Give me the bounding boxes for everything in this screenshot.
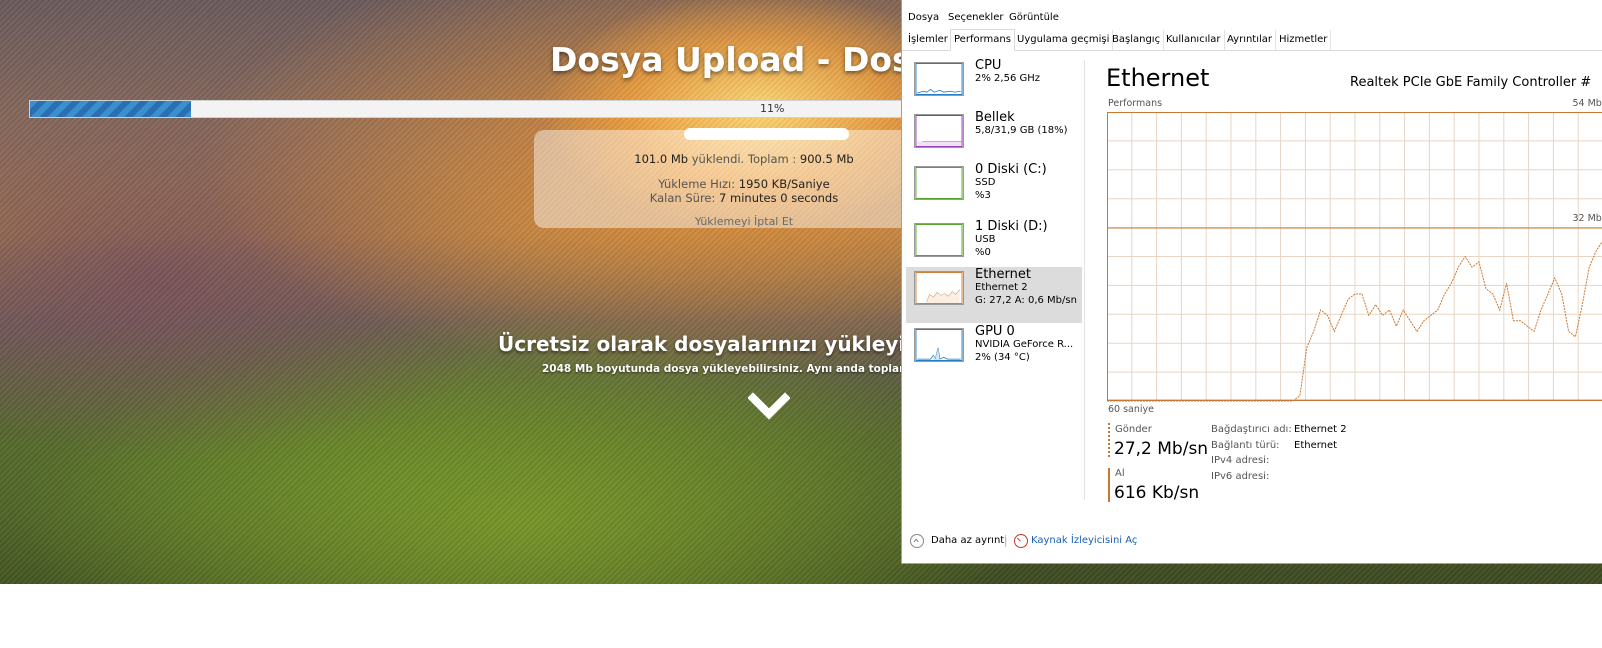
uploaded-status: 101.0 Mb yüklendi. Toplam : 900.5 Mb xyxy=(534,152,954,166)
tab-startup[interactable]: Başlangıç xyxy=(1109,30,1165,50)
menu-view[interactable]: Görüntüle xyxy=(1009,12,1059,23)
cpu-thumbnail xyxy=(914,62,964,96)
resource-memory[interactable]: Bellek 5,8/31,9 GB (18%) xyxy=(906,110,1082,166)
throughput-graph xyxy=(1107,112,1602,402)
upload-progress-label: 11% xyxy=(760,102,785,115)
graph-time-label: 60 saniye xyxy=(1108,404,1155,415)
upload-speed-value: 1950 KB/Saniye xyxy=(738,177,830,191)
send-legend-marker xyxy=(1108,423,1110,457)
resource-stat: 2% 2,56 GHz xyxy=(975,73,1041,84)
graph-grid xyxy=(1107,112,1602,401)
cancel-upload-link[interactable]: Yüklemeyi İptal Et xyxy=(534,215,954,228)
tab-strip: İşlemler Performans Uygulama geçmişi Baş… xyxy=(902,29,1602,51)
upload-speed: Yükleme Hızı: 1950 KB/Saniye xyxy=(534,177,954,191)
resource-stat: 2% (34 °C) xyxy=(975,352,1030,363)
tab-details[interactable]: Ayrıntılar xyxy=(1224,30,1277,50)
uploaded-amount: 101.0 Mb xyxy=(634,152,689,166)
tab-users[interactable]: Kullanıcılar xyxy=(1163,30,1225,50)
redacted-text xyxy=(684,128,849,140)
resource-gpu[interactable]: GPU 0 NVIDIA GeForce R... 2% (34 °C) xyxy=(906,324,1082,380)
send-label: Gönder xyxy=(1115,424,1152,435)
disk-0-thumbnail xyxy=(914,166,964,200)
resource-type: USB xyxy=(975,234,996,245)
tab-app-history[interactable]: Uygulama geçmişi xyxy=(1014,30,1114,50)
receive-legend-marker xyxy=(1108,468,1110,502)
adapter-name-value: Ethernet 2 xyxy=(1294,424,1347,435)
menu-bar: Dosya Seçenekler Görüntüle xyxy=(902,10,1602,28)
resource-type: Ethernet 2 xyxy=(975,282,1028,293)
chevron-down-icon[interactable] xyxy=(748,392,790,422)
adapter-description: Realtek PCIe GbE Family Controller # xyxy=(1350,75,1592,90)
upload-speed-label: Yükleme Hızı: xyxy=(658,177,736,191)
connection-type-label: Bağlantı türü: xyxy=(1211,440,1280,451)
upload-progress-fill xyxy=(30,101,192,117)
ipv6-label: IPv6 adresi: xyxy=(1211,471,1270,482)
disk-1-thumbnail xyxy=(914,223,964,257)
resource-stat: 5,8/31,9 GB (18%) xyxy=(975,125,1068,136)
gpu-thumbnail xyxy=(914,328,964,362)
upload-status-card: 101.0 Mb yüklendi. Toplam : 900.5 Mb Yük… xyxy=(534,128,954,228)
page-title: Dosya Upload - Dosya xyxy=(550,40,956,79)
resource-name: CPU xyxy=(975,58,1002,73)
remaining-time-value: 7 minutes 0 seconds xyxy=(719,191,839,205)
resource-stat: G: 27,2 A: 0,6 Mb/sn xyxy=(975,295,1077,306)
send-value: 27,2 Mb/sn xyxy=(1114,439,1209,459)
ethernet-thumbnail xyxy=(914,271,964,305)
resource-name: Bellek xyxy=(975,110,1015,125)
footer-separator xyxy=(1005,535,1006,547)
resource-type: SSD xyxy=(975,177,996,188)
resource-name: 0 Diski (C:) xyxy=(975,162,1047,177)
tab-services[interactable]: Hizmetler xyxy=(1276,30,1332,50)
remaining-time-label: Kalan Süre: xyxy=(649,191,716,205)
adapter-name-label: Bağdaştırıcı adı: xyxy=(1211,424,1292,435)
connection-type-value: Ethernet xyxy=(1294,440,1338,451)
tab-processes[interactable]: İşlemler xyxy=(905,30,952,50)
task-manager-window: Dosya Seçenekler Görüntüle İşlemler Perf… xyxy=(901,0,1602,564)
receive-label: Al xyxy=(1115,468,1125,479)
resource-monitor-icon[interactable] xyxy=(1014,534,1028,548)
hero-headline: Ücretsiz olarak dosyalarınızı yükleyip p… xyxy=(498,332,967,356)
uploaded-text: yüklendi. Toplam : xyxy=(691,152,797,166)
ipv4-label: IPv4 adresi: xyxy=(1211,455,1270,466)
panel-divider xyxy=(1084,60,1085,500)
graph-scale-label: 32 Mb/s xyxy=(1572,213,1602,224)
tab-performance[interactable]: Performans xyxy=(950,29,1015,51)
graph-label: Performans xyxy=(1108,98,1163,109)
upload-progress-bar: 11% xyxy=(29,100,1029,118)
total-amount: 900.5 Mb xyxy=(799,152,854,166)
remaining-time: Kalan Süre: 7 minutes 0 seconds xyxy=(534,191,954,205)
resource-name: Ethernet xyxy=(975,267,1031,282)
resource-cpu[interactable]: CPU 2% 2,56 GHz xyxy=(906,58,1082,114)
chevron-up-icon[interactable] xyxy=(910,534,924,548)
hero-subtext: 2048 Mb boyutunda dosya yükleyebilirsini… xyxy=(542,363,960,375)
open-resource-monitor-link[interactable]: Kaynak İzleyicisini Aç xyxy=(1031,535,1137,546)
resource-name: GPU 0 xyxy=(975,324,1015,339)
resource-stat: %0 xyxy=(975,247,991,258)
menu-file[interactable]: Dosya xyxy=(908,12,939,23)
menu-options[interactable]: Seçenekler xyxy=(948,12,1003,23)
footer-bar: Daha az ayrıntı Kaynak İzleyicisini Aç xyxy=(902,530,1602,556)
resource-name: 1 Diski (D:) xyxy=(975,219,1048,234)
detail-title: Ethernet xyxy=(1106,64,1210,92)
resource-disk-0[interactable]: 0 Diski (C:) SSD %3 xyxy=(906,162,1082,218)
memory-thumbnail xyxy=(914,114,964,148)
resource-ethernet[interactable]: Ethernet Ethernet 2 G: 27,2 A: 0,6 Mb/sn xyxy=(906,267,1082,323)
resource-stat: %3 xyxy=(975,190,991,201)
fewer-details-link[interactable]: Daha az ayrıntı xyxy=(931,535,1007,546)
resource-model: NVIDIA GeForce R... xyxy=(975,339,1074,350)
graph-max-label: 54 Mb/s xyxy=(1572,98,1602,109)
receive-value: 616 Kb/sn xyxy=(1114,483,1200,503)
